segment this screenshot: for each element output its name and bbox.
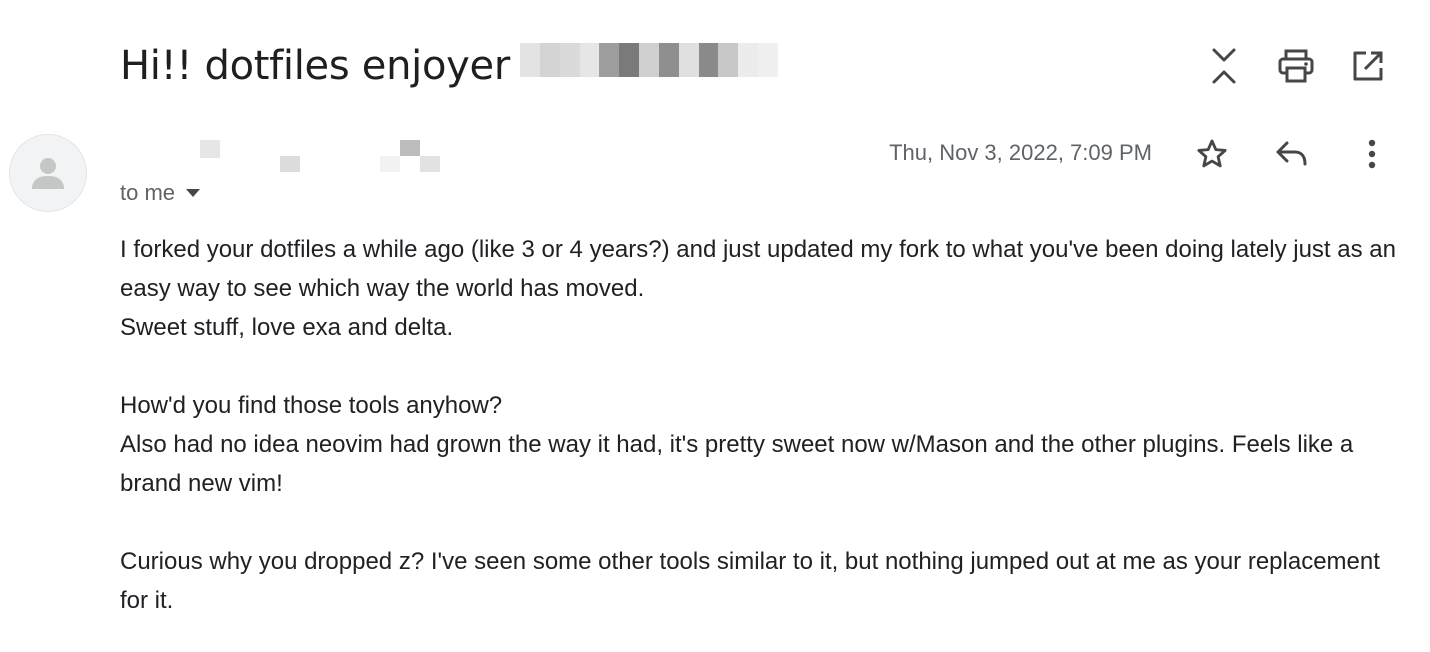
message-actions — [1190, 132, 1394, 176]
email-subject: Hi!! dotfiles enjoyer — [120, 43, 510, 89]
body-line: How'd you find those tools anyhow? — [120, 392, 503, 419]
thread-actions — [1202, 44, 1390, 88]
avatar — [9, 134, 87, 212]
body-line: Also had no idea neovim had grown the wa… — [120, 431, 1354, 497]
caret-down-icon — [186, 189, 201, 197]
body-line: I forked your dotfiles a while ago (like… — [120, 236, 1396, 302]
reply-icon[interactable] — [1270, 132, 1314, 176]
email-date: Thu, Nov 3, 2022, 7:09 PM — [889, 140, 1152, 165]
email-body: I forked your dotfiles a while ago (like… — [120, 230, 1400, 620]
body-line: Curious why you dropped z? I've seen som… — [120, 548, 1380, 614]
collapse-all-icon[interactable] — [1202, 44, 1246, 88]
recipient-toggle[interactable]: to me — [120, 180, 201, 206]
more-vertical-icon[interactable] — [1350, 132, 1394, 176]
redacted-label — [520, 43, 778, 77]
default-avatar-icon — [32, 158, 64, 189]
redacted-sender-name — [200, 140, 440, 172]
subject-row: Hi!! dotfiles enjoyer — [120, 38, 510, 94]
open-in-new-window-icon[interactable] — [1346, 44, 1390, 88]
recipient-label: to me — [120, 180, 176, 205]
body-line: Sweet stuff, love exa and delta. — [120, 314, 454, 341]
star-icon[interactable] — [1190, 132, 1234, 176]
print-icon[interactable] — [1274, 44, 1318, 88]
